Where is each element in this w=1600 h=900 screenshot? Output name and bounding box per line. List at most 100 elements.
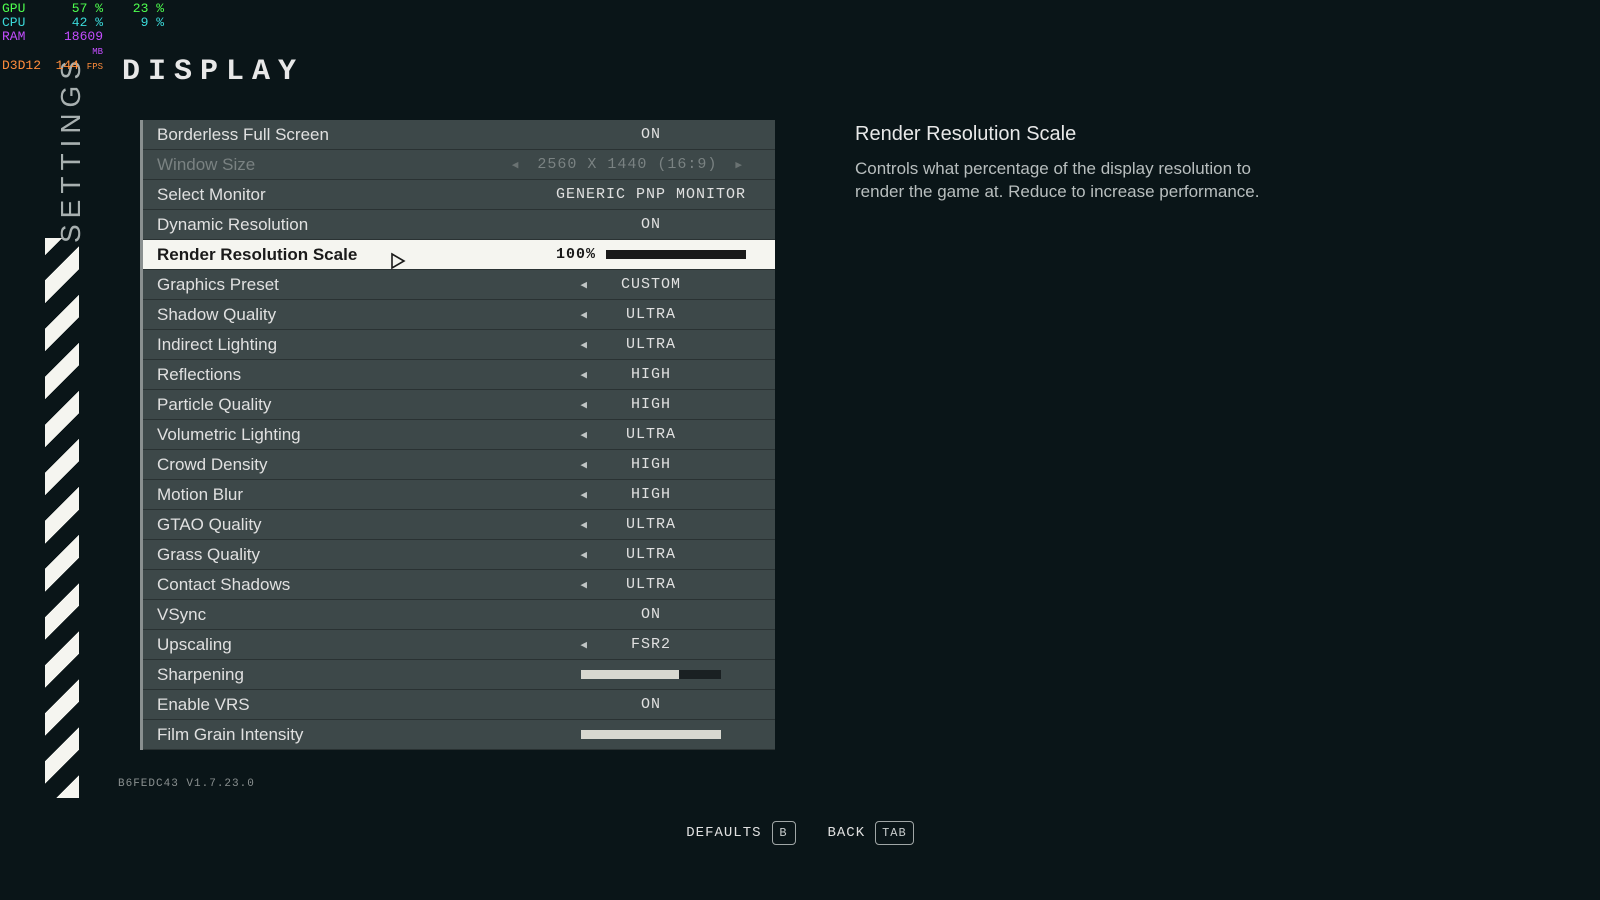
setting-label: Grass Quality [157, 545, 541, 565]
setting-value[interactable]: 100% [541, 246, 761, 263]
setting-label: VSync [157, 605, 541, 625]
setting-value[interactable]: ◀FSR2▶ [541, 636, 761, 653]
setting-label: Sharpening [157, 665, 541, 685]
setting-row-graphics-preset[interactable]: Graphics Preset◀CUSTOM▶ [143, 270, 775, 300]
setting-row-reflections[interactable]: Reflections◀HIGH▶ [143, 360, 775, 390]
setting-value[interactable]: ON [541, 696, 761, 713]
arrow-left-icon[interactable]: ◀ [562, 278, 606, 292]
perf-overlay: GPU 57 % 23 % CPU 42 % 9 % RAM 18609 MB … [2, 2, 164, 74]
value-text: ON [641, 696, 661, 713]
setting-value[interactable]: ON [541, 606, 761, 623]
setting-value[interactable]: ◀HIGH▶ [541, 486, 761, 503]
setting-row-grass-quality[interactable]: Grass Quality◀ULTRA▶ [143, 540, 775, 570]
ram-val: 18609 MB [48, 30, 103, 59]
setting-row-window-size[interactable]: Window Size◀2560 X 1440 (16:9)▶ [143, 150, 775, 180]
arrow-left-icon[interactable]: ◀ [562, 368, 606, 382]
setting-label: Reflections [157, 365, 541, 385]
setting-row-render-resolution-scale[interactable]: Render Resolution Scale100% [143, 240, 775, 270]
setting-value[interactable]: ◀HIGH▶ [541, 456, 761, 473]
gpu-pct: 57 % [48, 2, 103, 16]
setting-value[interactable]: ◀2560 X 1440 (16:9)▶ [494, 156, 761, 173]
setting-label: Select Monitor [157, 185, 541, 205]
arrow-left-icon[interactable]: ◀ [494, 158, 538, 172]
arrow-left-icon[interactable]: ◀ [562, 518, 606, 532]
slider-track[interactable] [581, 730, 721, 739]
value-text: HIGH [606, 456, 696, 473]
arrow-left-icon[interactable]: ◀ [562, 338, 606, 352]
cpu-temp: 9 % [109, 16, 164, 30]
setting-row-select-monitor[interactable]: Select MonitorGENERIC PNP MONITOR [143, 180, 775, 210]
setting-label: Film Grain Intensity [157, 725, 541, 745]
defaults-button[interactable]: DEFAULTS [686, 825, 761, 841]
setting-row-motion-blur[interactable]: Motion Blur◀HIGH▶ [143, 480, 775, 510]
setting-value[interactable]: ◀ULTRA▶ [541, 516, 761, 533]
settings-list: Borderless Full ScreenONWindow Size◀2560… [140, 120, 775, 750]
value-text: HIGH [606, 486, 696, 503]
arrow-left-icon[interactable]: ◀ [562, 398, 606, 412]
setting-value[interactable]: ◀ULTRA▶ [541, 306, 761, 323]
arrow-left-icon[interactable]: ◀ [562, 578, 606, 592]
gpu-temp: 23 % [109, 2, 164, 16]
setting-value[interactable]: ◀ULTRA▶ [541, 576, 761, 593]
setting-row-enable-vrs[interactable]: Enable VRS ON [143, 690, 775, 720]
defaults-key: B [772, 821, 796, 845]
value-text: ULTRA [606, 516, 696, 533]
value-text: FSR2 [606, 636, 696, 653]
value-text: HIGH [606, 396, 696, 413]
setting-row-vsync[interactable]: VSyncON [143, 600, 775, 630]
setting-value[interactable]: ◀CUSTOM▶ [541, 276, 761, 293]
setting-value[interactable] [541, 666, 761, 683]
slider-track[interactable] [606, 250, 746, 259]
value-text: ULTRA [606, 426, 696, 443]
description-title: Render Resolution Scale [855, 123, 1285, 146]
setting-value[interactable]: ◀ULTRA▶ [541, 336, 761, 353]
setting-row-sharpening[interactable]: Sharpening [143, 660, 775, 690]
setting-row-particle-quality[interactable]: Particle Quality◀HIGH▶ [143, 390, 775, 420]
fps-val: 144 FPS [48, 59, 103, 74]
setting-label: Graphics Preset [157, 275, 541, 295]
setting-value[interactable]: ON [541, 216, 761, 233]
value-text: HIGH [606, 366, 696, 383]
value-text: ULTRA [606, 576, 696, 593]
setting-row-shadow-quality[interactable]: Shadow Quality◀ULTRA▶ [143, 300, 775, 330]
setting-row-gtao-quality[interactable]: GTAO Quality◀ULTRA▶ [143, 510, 775, 540]
setting-label: Volumetric Lighting [157, 425, 541, 445]
setting-value[interactable]: ◀HIGH▶ [541, 396, 761, 413]
hazard-stripe-decoration [45, 238, 79, 798]
setting-row-dynamic-resolution[interactable]: Dynamic ResolutionON [143, 210, 775, 240]
setting-row-film-grain-intensity[interactable]: Film Grain Intensity [143, 720, 775, 750]
setting-label: Particle Quality [157, 395, 541, 415]
setting-label: Shadow Quality [157, 305, 541, 325]
setting-value[interactable]: ◀ULTRA▶ [541, 426, 761, 443]
description-body: Controls what percentage of the display … [855, 158, 1285, 204]
back-button[interactable]: BACK [828, 825, 866, 841]
arrow-left-icon[interactable]: ◀ [562, 308, 606, 322]
version-string: B6FEDC43 V1.7.23.0 [118, 778, 255, 790]
slider-track[interactable] [581, 670, 721, 679]
back-label: BACK [828, 825, 866, 841]
setting-row-indirect-lighting[interactable]: Indirect Lighting◀ULTRA▶ [143, 330, 775, 360]
arrow-left-icon[interactable]: ◀ [562, 488, 606, 502]
setting-label: Borderless Full Screen [157, 125, 541, 145]
setting-label: Enable VRS [157, 695, 541, 715]
setting-row-contact-shadows[interactable]: Contact Shadows◀ULTRA▶ [143, 570, 775, 600]
setting-label: Contact Shadows [157, 575, 541, 595]
setting-label: Indirect Lighting [157, 335, 541, 355]
d3d-label: D3D12 [2, 59, 42, 74]
setting-value[interactable]: GENERIC PNP MONITOR [541, 186, 761, 203]
setting-value[interactable]: ◀HIGH▶ [541, 366, 761, 383]
setting-row-volumetric-lighting[interactable]: Volumetric Lighting◀ULTRA▶ [143, 420, 775, 450]
arrow-right-icon[interactable]: ▶ [717, 158, 761, 172]
setting-row-upscaling[interactable]: Upscaling◀FSR2▶ [143, 630, 775, 660]
setting-value[interactable] [541, 726, 761, 743]
setting-row-crowd-density[interactable]: Crowd Density◀HIGH▶ [143, 450, 775, 480]
arrow-left-icon[interactable]: ◀ [562, 548, 606, 562]
arrow-left-icon[interactable]: ◀ [562, 458, 606, 472]
arrow-left-icon[interactable]: ◀ [562, 638, 606, 652]
value-text: ULTRA [606, 546, 696, 563]
arrow-left-icon[interactable]: ◀ [562, 428, 606, 442]
setting-value[interactable]: ◀ULTRA▶ [541, 546, 761, 563]
setting-value[interactable]: ON [541, 126, 761, 143]
cpu-pct: 42 % [48, 16, 103, 30]
setting-row-borderless-full-screen[interactable]: Borderless Full ScreenON [143, 120, 775, 150]
